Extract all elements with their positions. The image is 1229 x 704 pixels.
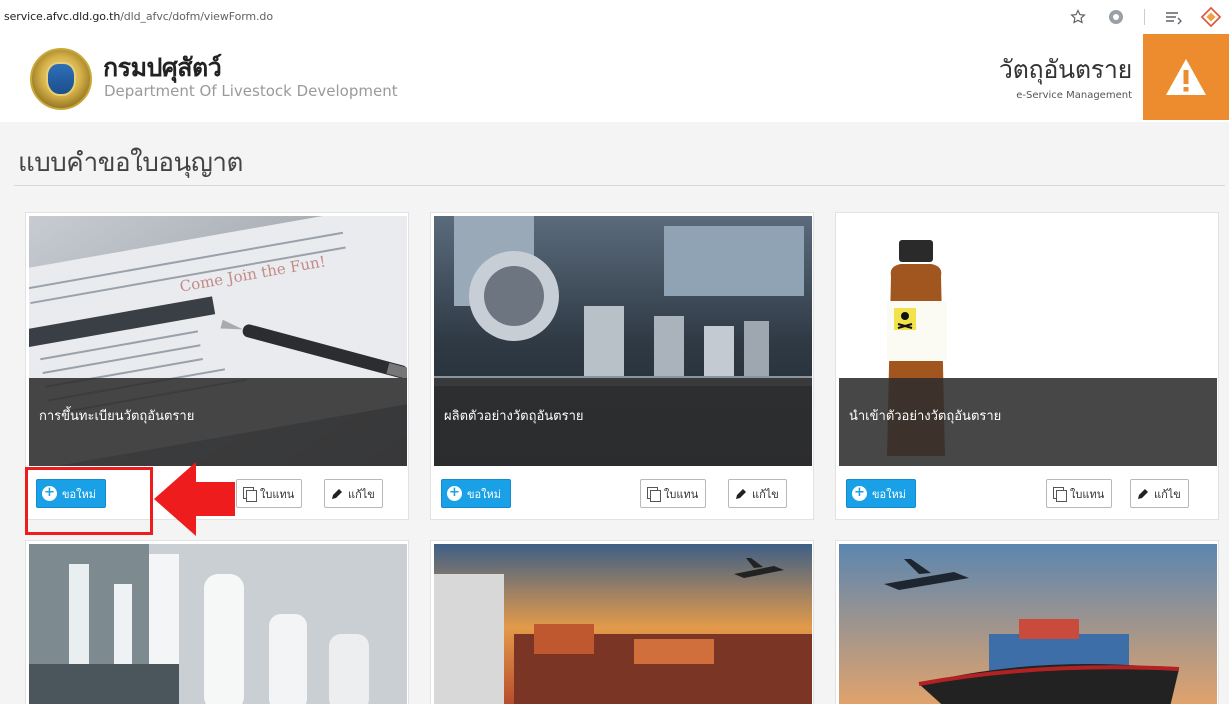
factory-machine-photo: ผลิตตัวอย่างวัตถุอันตราย — [434, 216, 812, 466]
replacement-label: ใบแทน — [1070, 487, 1105, 501]
new-application-button[interactable]: + ขอใหม่ — [846, 479, 916, 508]
bottle-production-line-photo — [29, 544, 407, 704]
card-actions: + ขอใหม่ ใบแทน แก้ไข — [431, 466, 813, 521]
replacement-button[interactable]: ใบแทน — [236, 479, 303, 508]
card-caption: ผลิตตัวอย่างวัตถุอันตราย — [444, 409, 584, 424]
license-card: นำเข้าตัวอย่างวัตถุอันตราย + ขอใหม่ ใบแท… — [835, 212, 1219, 520]
new-application-button[interactable]: + ขอใหม่ — [441, 479, 511, 508]
new-application-label: ขอใหม่ — [872, 487, 906, 501]
reading-list-icon[interactable] — [1163, 7, 1183, 27]
title-divider — [14, 185, 1225, 186]
replacement-label: ใบแทน — [260, 487, 295, 501]
replacement-label: ใบแทน — [664, 487, 699, 501]
hazard-warning-badge — [1143, 34, 1229, 120]
new-application-label: ขอใหม่ — [62, 487, 96, 501]
card-actions: + ขอใหม่ ใบแทน แก้ไข — [836, 466, 1218, 521]
license-card: ผลิตตัวอย่างวัตถุอันตราย + ขอใหม่ ใบแทน … — [430, 212, 814, 520]
pencil-icon — [736, 489, 746, 499]
warning-icon — [1166, 59, 1206, 95]
card-caption-band: ผลิตตัวอย่างวัตถุอันตราย — [434, 378, 812, 466]
new-application-button[interactable]: + ขอใหม่ — [36, 479, 106, 508]
system-name-th: วัตถุอันตราย — [998, 55, 1132, 84]
plus-circle-icon: + — [447, 486, 462, 501]
card-caption-band: การขึ้นทะเบียนวัตถุอันตราย — [29, 378, 407, 466]
card-caption: การขึ้นทะเบียนวัตถุอันตราย — [39, 409, 195, 424]
poison-bottle-photo: นำเข้าตัวอย่างวัตถุอันตราย — [839, 216, 1217, 466]
replacement-button[interactable]: ใบแทน — [640, 479, 707, 508]
logo-emblem — [46, 62, 76, 96]
site-header: กรมปศุสัตว์ Department Of Livestock Deve… — [0, 34, 1229, 122]
browser-toolbar-icons — [1068, 0, 1221, 34]
department-logo[interactable] — [30, 48, 92, 110]
edit-label: แก้ไข — [348, 487, 375, 501]
extension-icon[interactable] — [1106, 7, 1126, 27]
edit-button[interactable]: แก้ไข — [1130, 479, 1189, 508]
registration-form-photo: Come Join the Fun! การขึ้นทะเบียนวัตถุอั… — [29, 216, 407, 466]
pencil-icon — [332, 489, 342, 499]
plus-circle-icon: + — [42, 486, 57, 501]
address-url[interactable]: service.afvc.dld.go.th/dld_afvc/dofm/vie… — [4, 0, 273, 34]
pencil-icon — [1138, 489, 1148, 499]
browser-address-bar: service.afvc.dld.go.th/dld_afvc/dofm/vie… — [0, 0, 1229, 34]
edit-button[interactable]: แก้ไข — [728, 479, 787, 508]
edit-label: แก้ไข — [1154, 487, 1181, 501]
edit-button[interactable]: แก้ไข — [324, 479, 383, 508]
card-caption-band: นำเข้าตัวอย่างวัตถุอันตราย — [839, 378, 1217, 466]
edit-label: แก้ไข — [752, 487, 779, 501]
page-title: แบบคำขอใบอนุญาต — [18, 148, 243, 178]
star-icon[interactable] — [1068, 7, 1088, 27]
url-domain: service.afvc.dld.go.th — [4, 10, 121, 23]
copy-icon — [647, 486, 661, 502]
license-card — [835, 540, 1219, 704]
replacement-button[interactable]: ใบแทน — [1046, 479, 1113, 508]
red-arrow-icon — [154, 462, 235, 536]
extension-diamond-icon[interactable] — [1201, 6, 1221, 28]
department-name-en: Department Of Livestock Development — [104, 82, 398, 100]
card-caption: นำเข้าตัวอย่างวัตถุอันตราย — [849, 409, 1002, 424]
plus-circle-icon: + — [852, 486, 867, 501]
license-card — [25, 540, 409, 704]
cargo-ship-airplane-photo — [839, 544, 1217, 704]
license-card — [430, 540, 814, 704]
copy-icon — [243, 486, 257, 502]
copy-icon — [1053, 486, 1067, 502]
port-airplane-sunset-photo — [434, 544, 812, 704]
system-name-en: e-Service Management — [1016, 90, 1132, 101]
url-path: /dld_afvc/dofm/viewForm.do — [120, 10, 273, 23]
toolbar-separator — [1144, 9, 1145, 25]
new-application-label: ขอใหม่ — [467, 487, 501, 501]
